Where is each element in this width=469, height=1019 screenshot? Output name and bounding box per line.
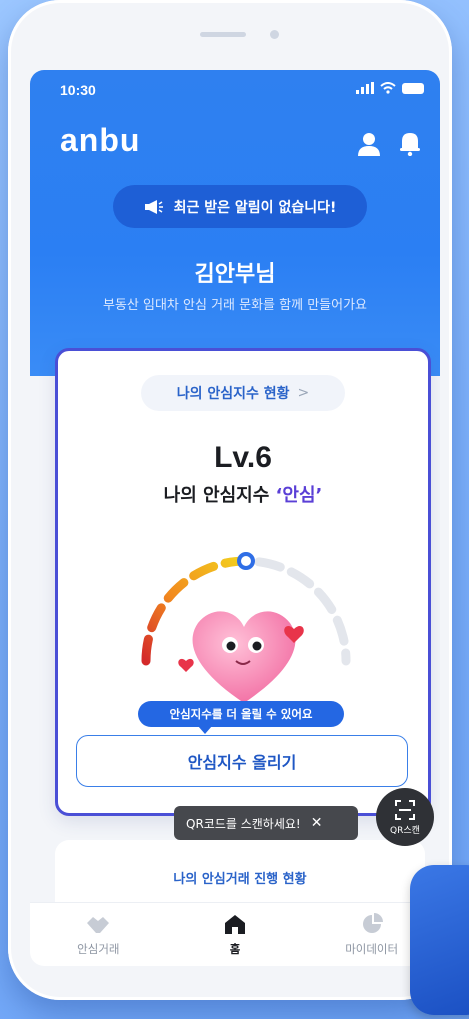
qr-hint-toast: QR코드를 스캔하세요! ✕ (174, 806, 358, 840)
qr-scan-icon (395, 799, 415, 820)
chevron-right-icon: > (297, 385, 310, 401)
battery-icon (402, 82, 424, 94)
tab-label: 안심거래 (77, 942, 120, 956)
index-status-label: 나의 안심지수 현황 (176, 386, 290, 402)
home-icon (224, 915, 245, 934)
status-time: 10:30 (60, 82, 96, 98)
notice-text: 최근 받은 알림이 없습니다! (173, 199, 337, 216)
safety-index-card: 나의 안심지수 현황 > Lv.6 나의 안심지수 ‘안심’ 안심지수를 더 올… (55, 348, 431, 816)
tab-label: 홈 (229, 942, 241, 956)
qr-hint-text: QR코드를 스캔하세요! (186, 816, 301, 831)
status-icons (356, 82, 424, 94)
progress-card-title: 나의 안심거래 진행 현황 (173, 872, 307, 887)
app-logo: anbu (60, 122, 141, 158)
tab-label: 마이데이터 (345, 942, 399, 956)
index-tooltip: 안심지수를 더 올릴 수 있어요 (138, 701, 344, 734)
hero-section: 10:30 anbu 최근 받은 알림이 없습니다! 김안부님 부동산 임대차 … (30, 70, 440, 376)
user-icon[interactable] (356, 132, 382, 156)
index-title: 나의 안심지수 ‘안심’ (58, 481, 428, 507)
gauge-marker (237, 552, 255, 570)
index-prefix: 나의 안심지수 (163, 485, 276, 506)
bell-icon[interactable] (398, 130, 422, 156)
signal-icon (356, 82, 374, 94)
user-name: 김안부님 (194, 262, 276, 287)
qr-scan-button[interactable]: QR스캔 (376, 788, 434, 846)
speaker-grille (200, 32, 246, 37)
heart-mascot (178, 611, 304, 703)
index-status-link[interactable]: 나의 안심지수 현황 > (141, 375, 345, 411)
app-screen: 10:30 anbu 최근 받은 알림이 없습니다! 김안부님 부동산 임대차 … (30, 70, 440, 966)
phone-frame: 10:30 anbu 최근 받은 알림이 없습니다! 김안부님 부동산 임대차 … (8, 0, 452, 1000)
bottom-tab-bar: 안심거래 홈 마이데이터 (30, 902, 440, 966)
megaphone-icon (144, 199, 163, 214)
camera-dot (270, 30, 279, 39)
pie-chart-icon (362, 913, 383, 933)
notice-banner[interactable]: 최근 받은 알림이 없습니다! (113, 185, 367, 228)
app-icon-badge (410, 865, 469, 1015)
close-icon[interactable]: ✕ (311, 815, 323, 831)
wifi-icon (380, 82, 396, 94)
raise-index-button[interactable]: 안심지수 올리기 (76, 735, 408, 787)
greeting-subtitle: 부동산 임대차 안심 거래 문화를 함께 만들어가요 (103, 298, 367, 313)
handshake-icon (87, 917, 110, 933)
level-label: Lv.6 (214, 441, 272, 474)
tab-safe-deal[interactable]: 안심거래 (43, 913, 153, 957)
tab-home[interactable]: 홈 (180, 913, 290, 957)
index-value: ‘안심’ (275, 485, 323, 506)
qr-scan-label: QR스캔 (390, 825, 420, 836)
